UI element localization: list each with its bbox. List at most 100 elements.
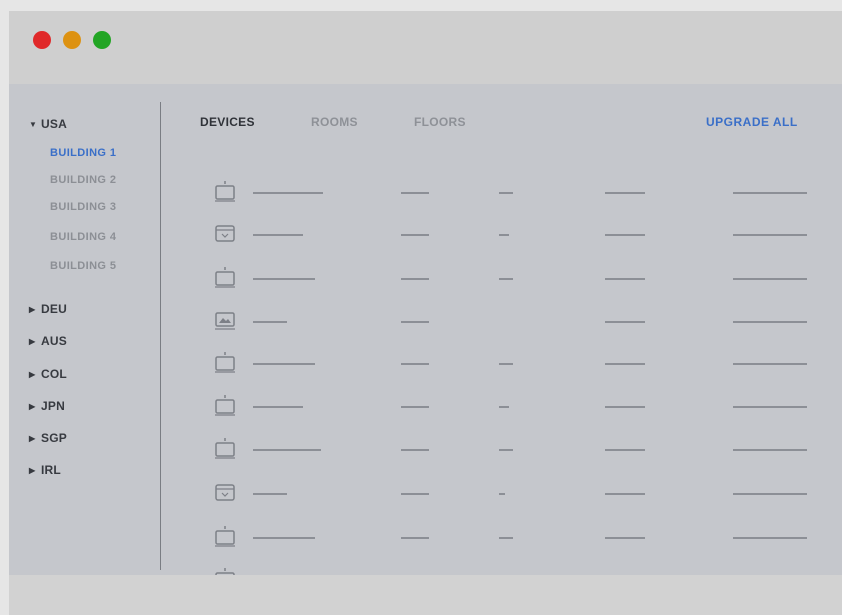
sidebar-building-5[interactable]: BUILDING 5 — [50, 260, 116, 272]
sidebar-country-sgp[interactable]: ▶ SGP — [29, 431, 67, 445]
device-ip-placeholder — [401, 192, 429, 194]
sidebar-country-irl[interactable]: ▶ IRL — [29, 463, 61, 477]
tab-devices[interactable]: DEVICES — [200, 115, 255, 129]
sidebar-building-1[interactable]: BUILDING 1 — [50, 147, 116, 159]
device-row[interactable] — [209, 221, 829, 251]
sidebar-country-jpn[interactable]: ▶ JPN — [29, 399, 65, 413]
access-point-icon — [215, 267, 235, 288]
device-version-placeholder — [605, 192, 645, 194]
access-point-icon — [215, 438, 235, 459]
device-version-placeholder — [605, 537, 645, 539]
device-version-placeholder — [605, 234, 645, 236]
tab-floors[interactable]: FLOORS — [414, 115, 466, 129]
country-label: JPN — [41, 399, 65, 413]
sidebar-building-4[interactable]: BUILDING 4 — [50, 231, 116, 243]
device-status-placeholder — [499, 493, 505, 495]
device-uptime-placeholder — [733, 493, 807, 495]
device-uptime-placeholder — [733, 406, 807, 408]
device-status-placeholder — [499, 278, 513, 280]
device-version-placeholder — [605, 363, 645, 365]
device-ip-placeholder — [401, 406, 429, 408]
device-status-placeholder — [499, 537, 513, 539]
device-name-placeholder — [253, 449, 321, 451]
device-name-placeholder — [253, 406, 303, 408]
device-name-placeholder — [253, 278, 315, 280]
device-name-placeholder — [253, 192, 323, 194]
device-row[interactable] — [209, 179, 829, 209]
triangle-right-icon: ▶ — [29, 337, 36, 346]
device-name-placeholder — [253, 537, 315, 539]
country-label: DEU — [41, 302, 67, 316]
sidebar: ▼ USA BUILDING 1 BUILDING 2 BUILDING 3 BU… — [9, 84, 159, 575]
tab-rooms[interactable]: ROOMS — [311, 115, 358, 129]
main-panel: ▼ USA BUILDING 1 BUILDING 2 BUILDING 3 BU… — [9, 84, 842, 589]
sidebar-country-deu[interactable]: ▶ DEU — [29, 302, 67, 316]
close-button[interactable] — [33, 31, 51, 49]
device-ip-placeholder — [401, 234, 429, 236]
device-row[interactable] — [209, 393, 829, 423]
access-point-icon — [215, 395, 235, 416]
device-uptime-placeholder — [733, 278, 807, 280]
triangle-right-icon: ▶ — [29, 370, 36, 379]
minimize-button[interactable] — [63, 31, 81, 49]
device-row[interactable] — [209, 480, 829, 510]
device-uptime-placeholder — [733, 449, 807, 451]
device-version-placeholder — [605, 406, 645, 408]
sidebar-building-2[interactable]: BUILDING 2 — [50, 174, 116, 186]
app-window: ▼ USA BUILDING 1 BUILDING 2 BUILDING 3 BU… — [9, 11, 842, 615]
device-status-placeholder — [499, 192, 513, 194]
device-ip-placeholder — [401, 363, 429, 365]
device-version-placeholder — [605, 321, 645, 323]
device-name-placeholder — [253, 493, 287, 495]
device-row[interactable] — [209, 308, 829, 338]
device-status-placeholder — [499, 449, 513, 451]
device-ip-placeholder — [401, 537, 429, 539]
device-uptime-placeholder — [733, 321, 807, 323]
device-name-placeholder — [253, 363, 315, 365]
sidebar-country-aus[interactable]: ▶ AUS — [29, 334, 67, 348]
triangle-right-icon: ▶ — [29, 466, 36, 475]
device-uptime-placeholder — [733, 234, 807, 236]
device-row[interactable] — [209, 265, 829, 295]
device-ip-placeholder — [401, 278, 429, 280]
access-point-icon — [215, 352, 235, 373]
sidebar-divider — [160, 102, 161, 570]
device-uptime-placeholder — [733, 537, 807, 539]
device-name-placeholder — [253, 321, 287, 323]
device-version-placeholder — [605, 449, 645, 451]
device-uptime-placeholder — [733, 363, 807, 365]
device-row[interactable] — [209, 350, 829, 380]
router-icon — [215, 225, 235, 242]
country-label: COL — [41, 367, 67, 381]
triangle-down-icon: ▼ — [29, 120, 38, 129]
sidebar-building-3[interactable]: BUILDING 3 — [50, 201, 116, 213]
device-status-placeholder — [499, 363, 513, 365]
device-ip-placeholder — [401, 493, 429, 495]
access-point-icon — [215, 526, 235, 547]
triangle-right-icon: ▶ — [29, 402, 36, 411]
device-uptime-placeholder — [733, 192, 807, 194]
device-version-placeholder — [605, 278, 645, 280]
device-ip-placeholder — [401, 449, 429, 451]
sidebar-country-usa[interactable]: ▼ USA — [29, 117, 67, 131]
device-version-placeholder — [605, 493, 645, 495]
country-label: SGP — [41, 431, 67, 445]
device-name-placeholder — [253, 234, 303, 236]
status-bar — [9, 575, 842, 615]
triangle-right-icon: ▶ — [29, 305, 36, 314]
device-status-placeholder — [499, 406, 509, 408]
country-label: IRL — [41, 463, 61, 477]
country-label: AUS — [41, 334, 67, 348]
maximize-button[interactable] — [93, 31, 111, 49]
title-bar — [9, 11, 842, 84]
device-row[interactable] — [209, 524, 829, 554]
upgrade-all-button[interactable]: UPGRADE ALL — [706, 115, 798, 129]
country-label: USA — [41, 117, 67, 131]
sidebar-country-col[interactable]: ▶ COL — [29, 367, 67, 381]
device-ip-placeholder — [401, 321, 429, 323]
device-row[interactable] — [209, 436, 829, 466]
triangle-right-icon: ▶ — [29, 434, 36, 443]
access-point-icon — [215, 181, 235, 202]
router-icon — [215, 484, 235, 501]
camera-icon — [215, 312, 235, 330]
